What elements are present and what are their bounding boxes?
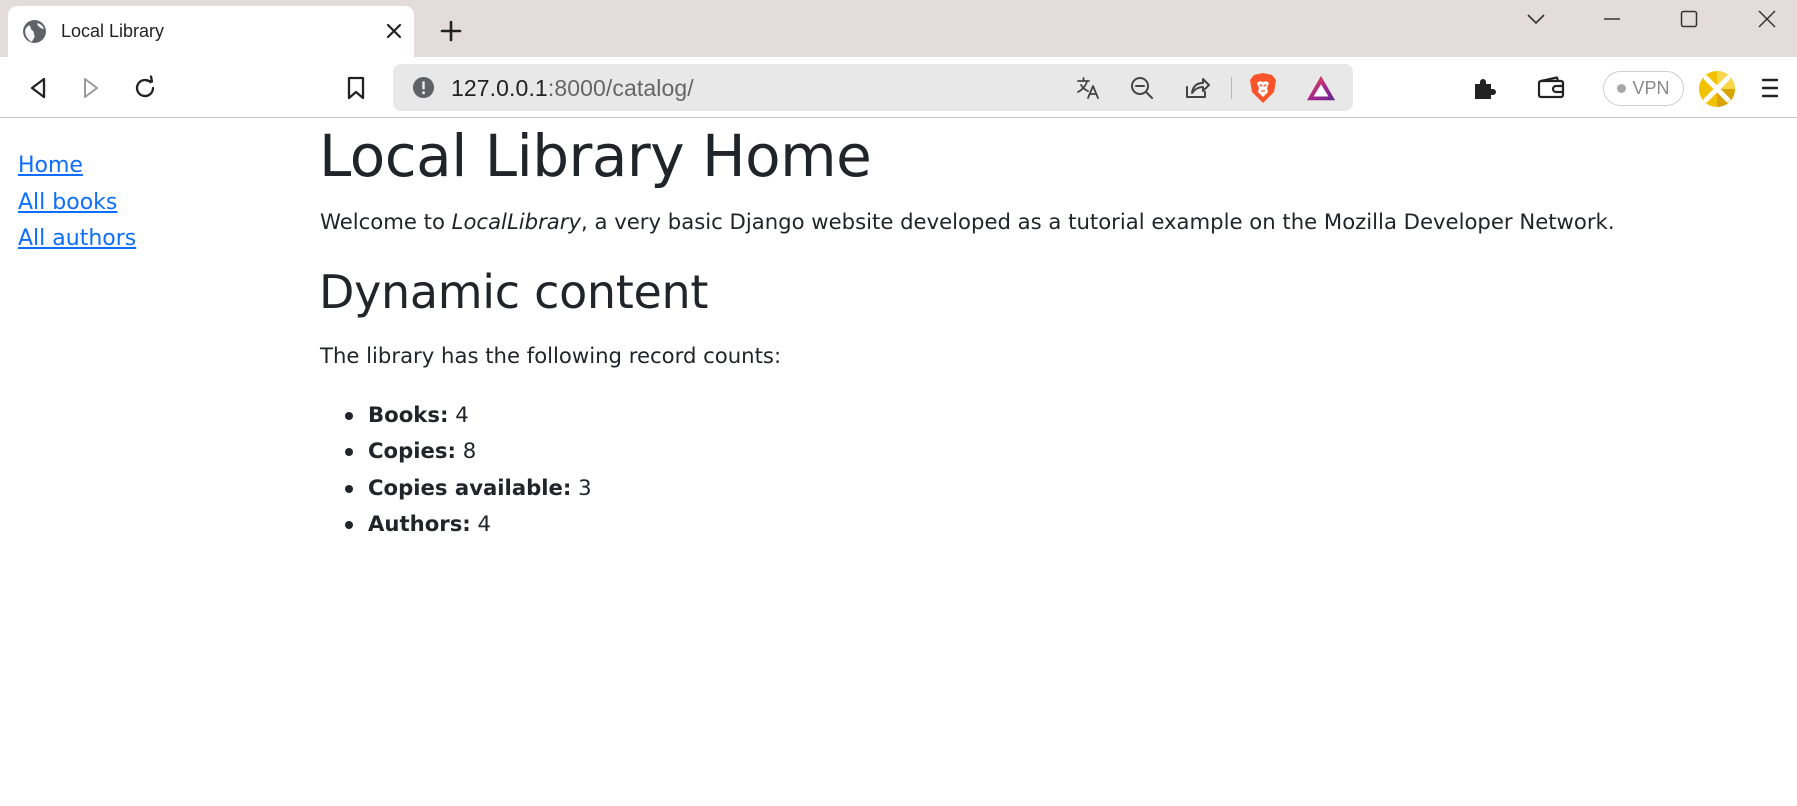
wallet-icon	[1537, 76, 1565, 99]
maximize-icon	[1680, 10, 1698, 28]
reload-button[interactable]	[127, 70, 163, 106]
intro-text-after: , a very basic Django website developed …	[581, 209, 1615, 234]
share-button[interactable]	[1182, 73, 1212, 103]
vpn-label: VPN	[1632, 78, 1670, 98]
list-item: Books: 4	[345, 401, 592, 437]
chevron-down-icon	[1527, 14, 1545, 25]
tab-title: Local Library	[61, 21, 165, 41]
info-icon[interactable]	[412, 76, 435, 99]
count-label: Copies available:	[368, 474, 572, 500]
record-counts-list: Books: 4 Copies: 8 Copies available: 3 A…	[345, 401, 592, 546]
tab-search-button[interactable]	[1516, 4, 1556, 34]
intro-paragraph: Welcome to LocalLibrary, a very basic Dj…	[320, 208, 1615, 236]
zoom-out-button[interactable]	[1127, 73, 1157, 103]
bookmark-button[interactable]	[338, 70, 374, 106]
address-bar[interactable]: 127.0.0.1:8000/catalog/	[393, 64, 1353, 111]
sidebar-item-all-authors: All authors	[18, 226, 136, 263]
url-path: :8000/catalog/	[547, 75, 694, 101]
intro-emphasis: LocalLibrary	[451, 209, 582, 234]
forward-button[interactable]	[73, 70, 109, 106]
back-button[interactable]	[20, 70, 56, 106]
count-label: Books:	[368, 402, 449, 427]
vpn-button[interactable]: VPN	[1603, 71, 1684, 106]
menu-button[interactable]	[1752, 70, 1788, 106]
translate-button[interactable]	[1073, 73, 1103, 103]
extensions-icon	[1475, 79, 1496, 99]
record-counts-summary: The library has the following record cou…	[320, 343, 782, 368]
home-link[interactable]: Home	[18, 153, 83, 178]
intro-text-before: Welcome to	[320, 209, 452, 234]
sidebar-item-all-books: All books	[18, 190, 136, 227]
brave-shields-icon	[1250, 73, 1276, 103]
sidebar-nav: Home All books All authors	[18, 153, 136, 263]
tab-strip: Local Library	[0, 0, 1797, 57]
vpn-status-dot	[1617, 84, 1627, 93]
sidebar-item-home: Home	[18, 153, 136, 190]
profile-button[interactable]	[1697, 69, 1737, 109]
minimize-button[interactable]	[1592, 4, 1632, 34]
section-title: Dynamic content	[319, 265, 709, 319]
share-icon	[1186, 78, 1210, 98]
brave-rewards-button[interactable]	[1306, 73, 1336, 103]
close-icon	[1758, 10, 1776, 28]
plus-icon[interactable]	[438, 18, 464, 44]
url-separator	[1231, 77, 1232, 99]
brave-shields-button[interactable]	[1248, 73, 1278, 103]
back-icon	[30, 77, 46, 99]
bookmark-icon	[347, 76, 365, 100]
minimize-icon	[1604, 18, 1620, 20]
list-item: Copies: 8	[345, 437, 592, 473]
wallet-button[interactable]	[1533, 70, 1569, 106]
globe-icon	[23, 20, 46, 43]
all-authors-link[interactable]: All authors	[18, 226, 136, 251]
list-item: Authors: 4	[345, 510, 592, 546]
maximize-button[interactable]	[1669, 4, 1709, 34]
url-host: 127.0.0.1	[451, 75, 548, 101]
translate-icon	[1077, 77, 1099, 99]
url-text[interactable]: 127.0.0.1:8000/catalog/	[451, 75, 694, 102]
forward-icon	[84, 78, 98, 98]
profile-icon	[1699, 71, 1735, 107]
tab-local-library[interactable]: Local Library	[8, 6, 414, 57]
list-item: Copies available: 3	[345, 474, 592, 510]
count-value: 4	[477, 510, 492, 536]
page-title: Local Library Home	[319, 122, 872, 190]
count-value: 4	[455, 402, 469, 427]
reload-icon	[135, 75, 155, 98]
close-window-button[interactable]	[1747, 4, 1787, 34]
close-icon[interactable]	[384, 21, 404, 41]
brave-rewards-icon	[1306, 75, 1336, 101]
count-label: Copies:	[368, 438, 456, 464]
all-books-link[interactable]: All books	[18, 190, 117, 215]
count-label: Authors:	[368, 510, 471, 536]
page-content: Home All books All authors Local Library…	[0, 119, 1797, 806]
zoom-out-icon	[1131, 77, 1153, 99]
menu-icon	[1761, 78, 1779, 98]
extensions-button[interactable]	[1466, 70, 1502, 106]
count-value: 3	[578, 474, 592, 500]
browser-toolbar: 127.0.0.1:8000/catalog/ VPN	[0, 57, 1797, 118]
count-value: 8	[462, 438, 477, 464]
